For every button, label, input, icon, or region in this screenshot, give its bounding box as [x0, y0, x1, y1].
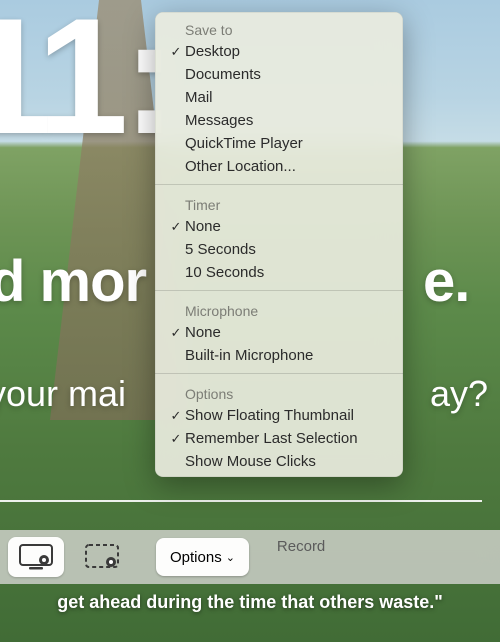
menu-item-label: Remember Last Selection [185, 430, 358, 447]
screenshot-toolbar: Options ⌄ Record [0, 530, 500, 584]
menu-item-label: Mail [185, 89, 213, 106]
menu-item-label: Messages [185, 112, 253, 129]
hero-line-1-head: d mor [0, 249, 146, 314]
menu-item-timer-10s[interactable]: 10 Seconds [155, 261, 403, 284]
check-icon: ✓ [167, 409, 185, 422]
menu-item-documents[interactable]: Documents [155, 63, 403, 86]
check-icon: ✓ [167, 45, 185, 58]
record-screen-icon [19, 544, 53, 570]
menu-item-desktop[interactable]: ✓Desktop [155, 40, 403, 63]
menu-section-save-to: Save to [155, 16, 403, 40]
menu-item-label: Show Mouse Clicks [185, 453, 316, 470]
menu-item-timer-5s[interactable]: 5 Seconds [155, 238, 403, 261]
clock-fragment: 11: [0, 0, 171, 171]
record-button[interactable]: Record [259, 538, 343, 576]
menu-item-label: Show Floating Thumbnail [185, 407, 354, 424]
menu-item-label: Desktop [185, 43, 240, 60]
menu-item-messages[interactable]: Messages [155, 109, 403, 132]
menu-item-label: None [185, 324, 221, 341]
hero-line-2-head: your mai [0, 373, 126, 414]
menu-separator [155, 373, 403, 374]
menu-separator [155, 290, 403, 291]
menu-item-label: None [185, 218, 221, 235]
record-selection-icon [85, 544, 119, 570]
menu-item-label: 10 Seconds [185, 264, 264, 281]
options-button-label: Options [170, 549, 222, 566]
record-button-label: Record [277, 538, 325, 555]
quote-text: get ahead during the time that others wa… [0, 592, 500, 613]
menu-item-label: Other Location... [185, 158, 296, 175]
options-menu: Save to ✓Desktop Documents Mail Messages… [155, 12, 403, 477]
hero-line-2-tail: ay? [430, 373, 488, 415]
menu-section-options: Options [155, 380, 403, 404]
menu-item-show-floating-thumbnail[interactable]: ✓Show Floating Thumbnail [155, 404, 403, 427]
menu-item-label: QuickTime Player [185, 135, 303, 152]
menu-item-label: Built-in Microphone [185, 347, 313, 364]
hero-divider [0, 500, 482, 502]
hero-line-2: your mai ay? [0, 373, 126, 415]
menu-section-microphone: Microphone [155, 297, 403, 321]
check-icon: ✓ [167, 432, 185, 445]
record-selected-portion-button[interactable] [74, 537, 130, 577]
hero-line-1-tail: e. [423, 248, 469, 315]
menu-item-remember-last-selection[interactable]: ✓Remember Last Selection [155, 427, 403, 450]
menu-item-label: 5 Seconds [185, 241, 256, 258]
menu-item-other-location[interactable]: Other Location... [155, 155, 403, 178]
chevron-down-icon: ⌄ [226, 551, 235, 564]
options-button[interactable]: Options ⌄ [156, 538, 249, 576]
menu-section-timer: Timer [155, 191, 403, 215]
check-icon: ✓ [167, 220, 185, 233]
menu-separator [155, 184, 403, 185]
record-entire-screen-button[interactable] [8, 537, 64, 577]
menu-item-timer-none[interactable]: ✓None [155, 215, 403, 238]
menu-item-quicktime[interactable]: QuickTime Player [155, 132, 403, 155]
menu-item-mail[interactable]: Mail [155, 86, 403, 109]
menu-item-mic-builtin[interactable]: Built-in Microphone [155, 344, 403, 367]
menu-item-label: Documents [185, 66, 261, 83]
menu-item-show-mouse-clicks[interactable]: Show Mouse Clicks [155, 450, 403, 473]
hero-line-1: d mor e. [0, 248, 146, 315]
menu-item-mic-none[interactable]: ✓None [155, 321, 403, 344]
check-icon: ✓ [167, 326, 185, 339]
